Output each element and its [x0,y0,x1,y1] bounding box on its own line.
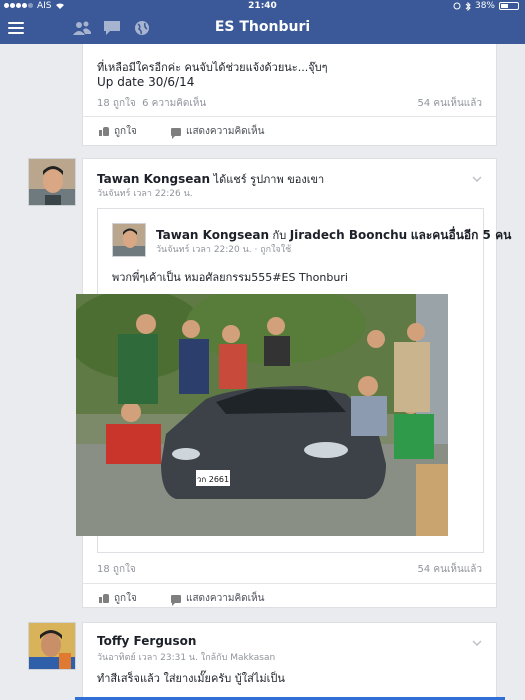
comment-icon [171,594,181,606]
chevron-down-icon[interactable] [472,176,482,182]
shared-avatar[interactable] [112,223,146,257]
post-text-line: ที่เหลือมีใครอีกค่ะ คนจับได้ช่วยแจ้งด้วย… [97,61,328,74]
nav-bar: ES Thonburi [0,14,525,44]
bluetooth-icon [465,1,471,11]
post-card: ที่เหลือมีใครอีกค่ะ คนจับได้ช่วยแจ้งด้วย… [82,44,497,146]
post-actions: ถูกใจ แสดงความคิดเห็น [83,583,496,609]
like-icon [99,127,109,136]
seen-count[interactable]: 54 คนเห็นแล้ว [418,96,482,111]
comment-label: แสดงความคิดเห็น [186,593,265,604]
seen-count[interactable]: 54 คนเห็นแล้ว [418,562,482,577]
like-button[interactable]: ถูกใจ [99,124,137,139]
page-title: ES Thonburi [214,19,311,35]
post-card: Toffy Ferguson วันอาทิตย์ เวลา 23:31 น. … [75,622,505,700]
post-timestamp[interactable]: วันอาทิตย์ เวลา 23:31 น. ใกล้กับ Makkasa… [97,650,275,664]
post-photo[interactable]: วก 2661 [76,294,448,536]
comment-count[interactable]: 6 ความคิดเห็น [142,98,206,109]
top-bar: AIS 21:40 38% ES Thonburi [0,0,525,44]
chevron-down-icon[interactable] [472,640,482,646]
like-count[interactable]: 18 ถูกใจ [97,562,136,577]
comment-button[interactable]: แสดงความคิดเห็น [171,124,264,139]
tagged-others[interactable]: และคนอื่นอีก 5 คน [411,228,512,242]
post-text: ที่เหลือมีใครอีกค่ะ คนจับได้ช่วยแจ้งด้วย… [97,60,328,90]
avatar[interactable] [28,622,76,670]
post-text: ทำสีเสร็จแล้ว ใส่ยางเมั๊ยครับ บู้ใส่ไม่เ… [97,672,285,685]
shared-with: กับ [272,229,287,242]
battery-percent: 38% [474,1,495,11]
comment-icon [171,127,181,139]
post-text-line: Up date 30/6/14 [97,75,195,89]
like-icon [99,594,109,603]
shared-text: พวกพี่ๆเค้าเป็น หมอศัลยกรรม555#ES Thonbu… [112,271,348,284]
comment-label: แสดงความคิดเห็น [186,126,265,137]
author-name[interactable]: Toffy Ferguson [97,634,196,648]
like-count[interactable]: 18 ถูกใจ [97,98,136,109]
comment-button[interactable]: แสดงความคิดเห็น [171,591,264,606]
author-name[interactable]: Tawan Kongsean [97,172,210,186]
post-actions: ถูกใจ แสดงความคิดเห็น [83,116,496,142]
post-stats: 18 ถูกใจ 6 ความคิดเห็น [97,96,206,111]
like-label: ถูกใจ [114,593,137,604]
shared-author[interactable]: Tawan Kongsean [156,228,269,242]
post-action: ได้แชร์ รูปภาพ ของเขา [213,173,325,186]
shared-timestamp[interactable]: วันจันทร์ เวลา 22:20 น. · ถูกใจใช้ [156,242,291,256]
clock: 21:40 [248,1,277,11]
rotation-lock-icon [453,2,461,10]
like-button[interactable]: ถูกใจ [99,591,137,606]
status-bar: AIS 21:40 38% [0,0,525,14]
post-timestamp[interactable]: วันจันทร์ เวลา 22:26 น. [97,186,193,200]
avatar[interactable] [28,158,76,206]
tagged-friend[interactable]: Jiradech Boonchu [290,228,408,242]
battery-icon [499,2,519,10]
like-label: ถูกใจ [114,126,137,137]
license-plate: วก 2661 [197,475,229,484]
